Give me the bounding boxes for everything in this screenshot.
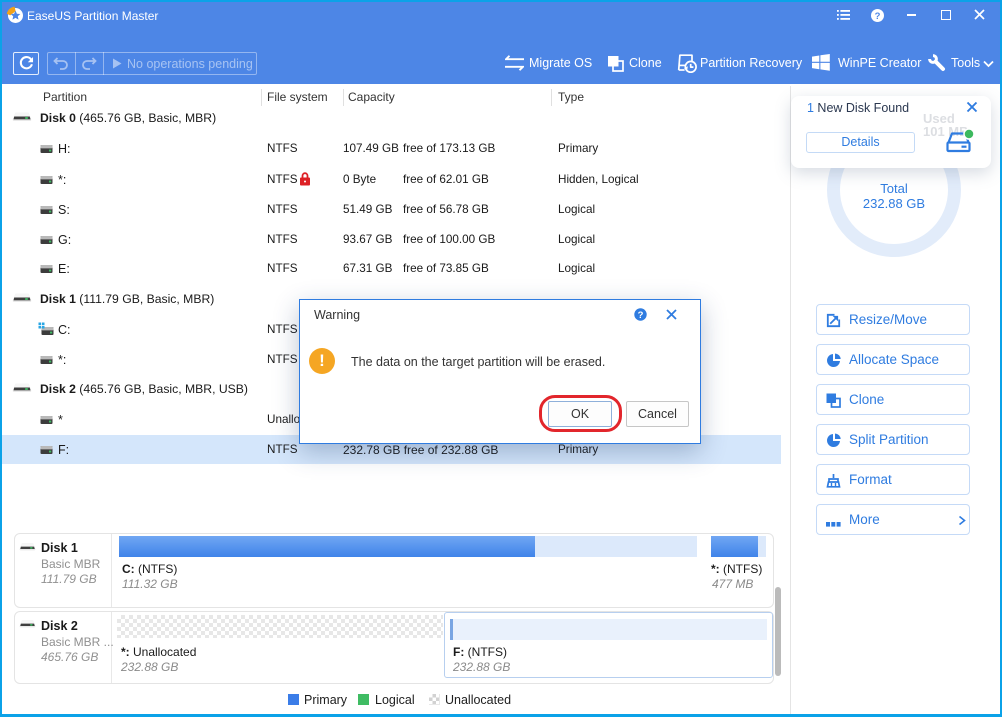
svg-text:?: ? [638, 310, 644, 321]
svg-text:?: ? [875, 11, 881, 22]
